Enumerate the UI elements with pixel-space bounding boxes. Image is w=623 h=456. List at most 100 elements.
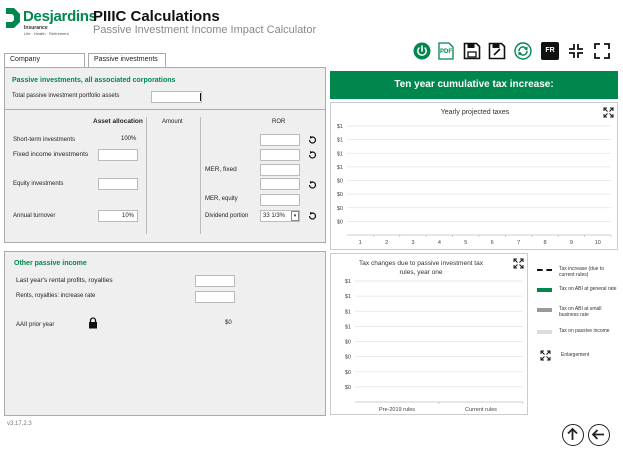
legend-item: Tax on passive income [537, 328, 619, 342]
version-label: v3.17.2.3 [7, 421, 32, 427]
increase-rate-label: Rents, royalties: increase rate [16, 293, 96, 299]
y-tick-label: $1 [337, 151, 343, 157]
desjardins-logo-icon [6, 8, 20, 28]
legend-item: Tax on ABI at general rate [537, 286, 619, 306]
mer-fixed-label: MER, fixed [205, 166, 237, 173]
x-tick-label: 9 [570, 240, 573, 246]
fixed-income-label: Fixed income investments [13, 151, 89, 158]
mer-fixed-input[interactable] [260, 164, 300, 176]
equity-allocation-input[interactable] [98, 178, 138, 190]
y-tick-label: $0 [337, 219, 343, 225]
y-tick-label: $1 [345, 294, 351, 300]
legend-swatch [537, 330, 552, 334]
yearly-chart-title: Yearly projected taxes [440, 109, 510, 116]
y-tick-label: $0 [345, 340, 351, 346]
mer-equity-label: MER, equity [205, 196, 238, 202]
enlarge-icon[interactable] [513, 258, 524, 269]
y-tick-label: $0 [337, 206, 343, 212]
chart-legend: Tax increase (due to current rules) Tax … [537, 266, 619, 342]
reset-icon[interactable] [307, 135, 317, 145]
enlargement-label: Enlargement [561, 352, 590, 358]
save-as-icon[interactable] [488, 42, 506, 60]
legend-swatch [537, 308, 552, 312]
mer-equity-input[interactable] [260, 194, 300, 206]
y-tick-label: $0 [345, 370, 351, 376]
y-tick-label: $0 [345, 355, 351, 361]
legend-item: Tax on ABI at small business rate [537, 306, 619, 328]
tax-changes-chart: $1 $1 $1 $1 $0 $0 $0 $0 Pre-2019 rules Current ru… [330, 253, 528, 415]
x-tick-label: 10 [595, 240, 601, 246]
legend-label: Tax increase (due to current rules) [559, 266, 605, 278]
app-subtitle: Passive Investment Income Impact Calcula… [93, 24, 317, 36]
reload-icon[interactable] [514, 42, 532, 60]
short-term-allocation: 100% [121, 136, 137, 142]
x-tick-label: 2 [385, 240, 388, 246]
x-tick-label: Current rules [465, 407, 497, 413]
y-tick-label: $0 [337, 179, 343, 185]
back-button[interactable] [588, 424, 610, 446]
aaii-prior-label: AAII prior year [16, 322, 55, 328]
brand-name: Desjardins [23, 8, 97, 25]
legend-item: Tax increase (due to current rules) [537, 266, 619, 286]
ror-header: ROR [272, 119, 286, 125]
lock-icon [89, 317, 97, 329]
x-tick-label: 5 [464, 240, 467, 246]
amount-header: Amount [162, 119, 183, 125]
x-tick-label: Pre-2019 rules [379, 407, 415, 413]
x-tick-label: 3 [411, 240, 414, 246]
column-divider [200, 117, 201, 234]
fixed-income-ror-input[interactable] [260, 149, 300, 161]
legend-swatch [537, 269, 552, 271]
total-assets-input[interactable] [151, 91, 202, 103]
save-icon[interactable] [463, 42, 481, 60]
collapse-icon[interactable] [567, 42, 585, 60]
y-tick-label: $0 [337, 192, 343, 198]
expand-icon[interactable] [593, 42, 611, 60]
y-tick-label: $1 [345, 324, 351, 330]
x-tick-label: 1 [359, 240, 362, 246]
pdf-icon[interactable]: PDF [438, 42, 454, 60]
y-tick-label: $1 [345, 279, 351, 285]
equity-label: Equity investments [13, 181, 64, 187]
increase-rate-input[interactable] [195, 291, 235, 303]
other-passive-income-title: Other passive income [14, 260, 87, 267]
app-title: PIIIC Calculations [93, 8, 220, 25]
aaii-prior-value: $0 [225, 320, 232, 326]
reset-icon[interactable] [307, 211, 317, 221]
legend-swatch [537, 288, 552, 292]
x-tick-label: 4 [438, 240, 441, 246]
scroll-top-button[interactable] [562, 424, 584, 446]
pdf-label: PDF [440, 49, 452, 55]
reset-icon[interactable] [307, 180, 317, 190]
yearly-taxes-chart: $1 $1 $1 $1 $0 $0 $0 $0 1 2 3 4 5 6 7 8 9 10 Yearly proje… [330, 102, 618, 250]
enlarge-icon[interactable] [603, 107, 614, 118]
tax-changes-plot: $1 $1 $1 $1 $0 $0 $0 $0 Pre-2019 rules Current ru… [345, 279, 524, 413]
y-tick-label: $1 [337, 138, 343, 144]
dropdown-arrow-icon[interactable]: ▾ [291, 211, 299, 221]
tab-company[interactable]: Company [4, 53, 85, 67]
passive-investments-title: Passive investments, all associated corp… [12, 77, 176, 84]
rental-profits-input[interactable] [195, 275, 235, 287]
french-icon[interactable]: FR [541, 42, 559, 60]
french-label: FR [545, 47, 555, 54]
x-tick-label: 8 [543, 240, 546, 246]
column-divider [146, 117, 147, 234]
total-assets-label: Total passive investment portfolio asset… [12, 93, 120, 99]
tab-passive-investments[interactable]: Passive investments [88, 53, 166, 68]
turnover-input[interactable]: 10% [98, 210, 138, 222]
fixed-income-allocation-input[interactable] [98, 149, 138, 161]
divider [4, 109, 326, 110]
x-tick-label: 7 [517, 240, 520, 246]
equity-ror-input[interactable] [260, 178, 300, 190]
y-tick-label: $1 [345, 309, 351, 315]
short-term-ror-input[interactable] [260, 134, 300, 146]
enlargement-icon[interactable] [540, 350, 551, 361]
text-cursor [200, 93, 201, 101]
brand-line2: Life · Health · Retirement [24, 31, 69, 36]
turnover-label: Annual turnover [13, 213, 56, 219]
reset-icon[interactable] [307, 150, 317, 160]
power-icon[interactable] [413, 42, 431, 60]
y-tick-label: $1 [337, 124, 343, 130]
short-term-label: Short-term investments [13, 137, 76, 143]
legend-label: Tax on ABI at general rate [559, 286, 617, 292]
